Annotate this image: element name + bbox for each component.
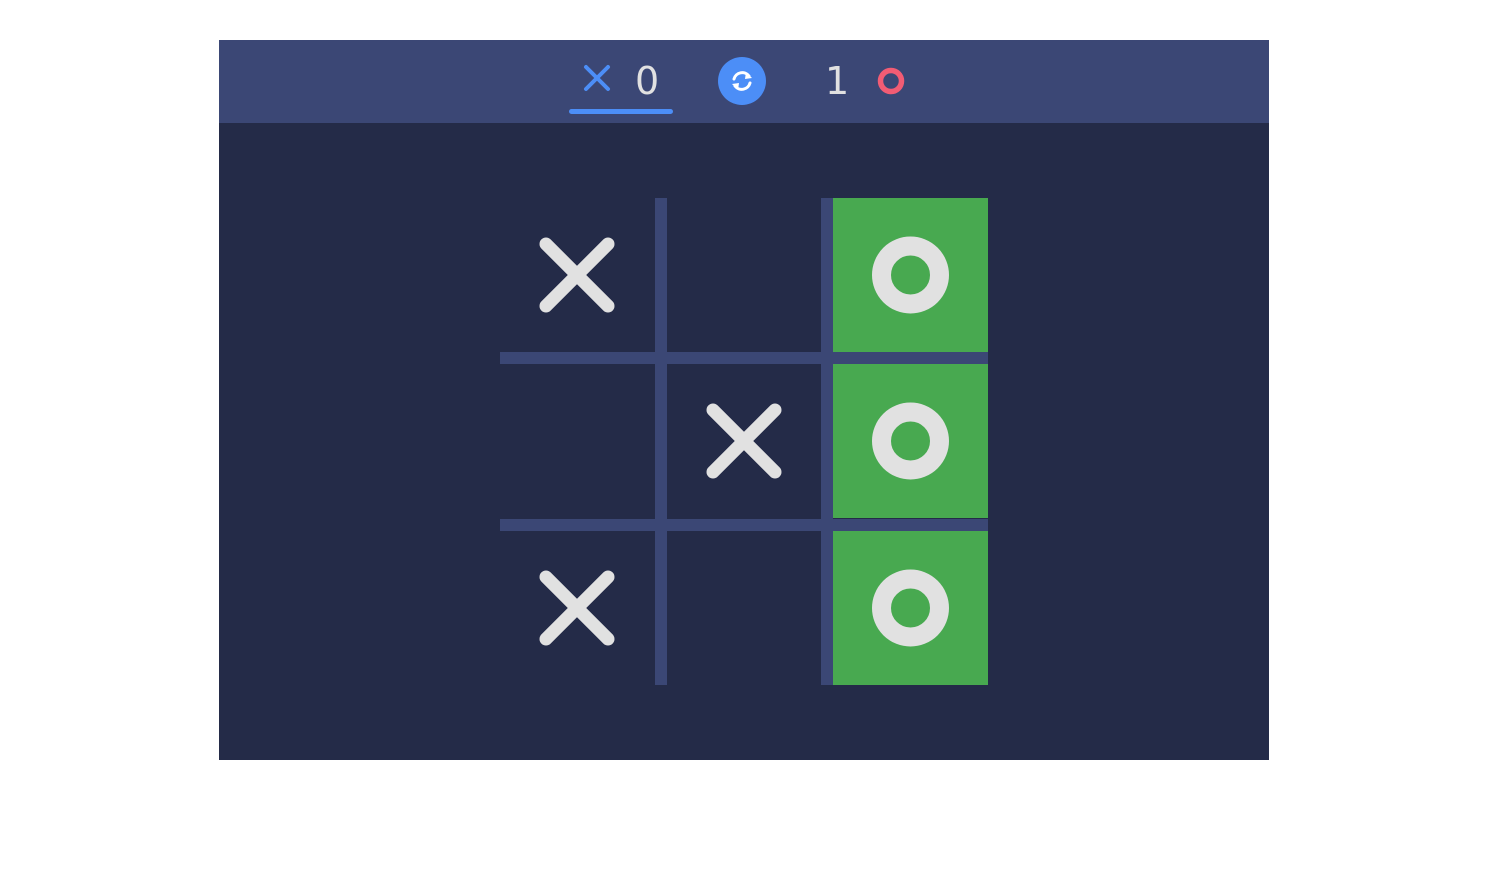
- grid-line-horizontal: [500, 352, 988, 364]
- o-score-value: 1: [825, 59, 850, 103]
- grid-line-vertical: [821, 198, 833, 685]
- scoreboard: 0 1: [219, 40, 1269, 123]
- board-cell-r3-c1[interactable]: [500, 531, 655, 685]
- player-o-score: 1: [819, 56, 919, 116]
- board-cell-r1-c2[interactable]: [667, 198, 822, 352]
- game-board: [500, 198, 988, 685]
- board-cell-r3-c3[interactable]: [833, 531, 988, 685]
- grid-line-vertical: [655, 198, 667, 685]
- board-cell-r2-c3[interactable]: [833, 364, 988, 518]
- x-mark-icon: [539, 237, 615, 313]
- x-icon: [584, 65, 610, 91]
- reset-button[interactable]: [718, 57, 766, 105]
- refresh-icon: [732, 71, 752, 91]
- board-cell-r1-c1[interactable]: [500, 198, 655, 352]
- x-score-value: 0: [635, 59, 660, 103]
- board-cell-r2-c2[interactable]: [667, 364, 822, 518]
- board-cell-r2-c1[interactable]: [500, 364, 655, 518]
- o-icon: [877, 67, 905, 95]
- x-mark-icon: [706, 403, 782, 479]
- o-mark-icon: [872, 236, 949, 314]
- board-cell-r3-c2[interactable]: [667, 531, 822, 685]
- o-mark-icon: [872, 569, 949, 647]
- active-player-indicator: [569, 109, 673, 114]
- player-x-score: 0: [569, 56, 673, 116]
- o-mark-icon: [872, 402, 949, 480]
- grid-line-horizontal: [500, 519, 988, 531]
- x-mark-icon: [539, 570, 615, 646]
- board-cell-r1-c3[interactable]: [833, 198, 988, 352]
- game-container: 0 1: [219, 40, 1269, 760]
